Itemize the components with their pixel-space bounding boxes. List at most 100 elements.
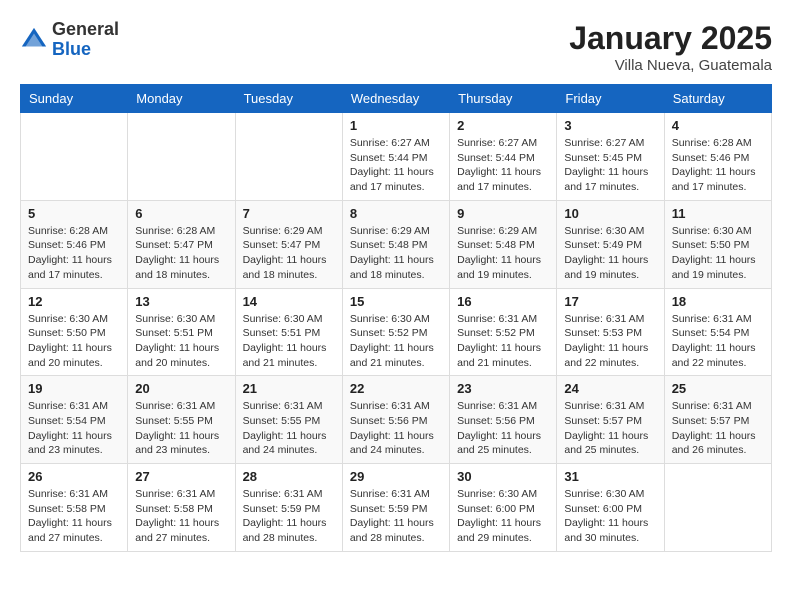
calendar-week-row: 26 Sunrise: 6:31 AMSunset: 5:58 PMDaylig… [21,464,772,552]
day-info: Sunrise: 6:30 AMSunset: 5:52 PMDaylight:… [350,312,442,371]
table-row: 9 Sunrise: 6:29 AMSunset: 5:48 PMDayligh… [450,200,557,288]
table-row: 11 Sunrise: 6:30 AMSunset: 5:50 PMDaylig… [664,200,771,288]
table-row [128,113,235,201]
day-number: 27 [135,469,227,484]
col-friday: Friday [557,85,664,113]
day-number: 12 [28,294,120,309]
day-info: Sunrise: 6:31 AMSunset: 5:55 PMDaylight:… [135,399,227,458]
table-row: 25 Sunrise: 6:31 AMSunset: 5:57 PMDaylig… [664,376,771,464]
day-info: Sunrise: 6:31 AMSunset: 5:54 PMDaylight:… [672,312,764,371]
day-number: 30 [457,469,549,484]
day-info: Sunrise: 6:29 AMSunset: 5:48 PMDaylight:… [457,224,549,283]
day-info: Sunrise: 6:31 AMSunset: 5:56 PMDaylight:… [350,399,442,458]
day-number: 17 [564,294,656,309]
logo-text: General Blue [52,20,119,60]
day-info: Sunrise: 6:28 AMSunset: 5:46 PMDaylight:… [672,136,764,195]
day-number: 18 [672,294,764,309]
day-info: Sunrise: 6:27 AMSunset: 5:45 PMDaylight:… [564,136,656,195]
day-number: 16 [457,294,549,309]
day-info: Sunrise: 6:30 AMSunset: 6:00 PMDaylight:… [457,487,549,546]
col-sunday: Sunday [21,85,128,113]
day-info: Sunrise: 6:31 AMSunset: 5:59 PMDaylight:… [243,487,335,546]
table-row: 26 Sunrise: 6:31 AMSunset: 5:58 PMDaylig… [21,464,128,552]
day-number: 3 [564,118,656,133]
day-number: 6 [135,206,227,221]
day-number: 22 [350,381,442,396]
day-info: Sunrise: 6:31 AMSunset: 5:54 PMDaylight:… [28,399,120,458]
day-number: 14 [243,294,335,309]
day-number: 1 [350,118,442,133]
day-number: 13 [135,294,227,309]
calendar-week-row: 19 Sunrise: 6:31 AMSunset: 5:54 PMDaylig… [21,376,772,464]
table-row: 1 Sunrise: 6:27 AMSunset: 5:44 PMDayligh… [342,113,449,201]
day-info: Sunrise: 6:30 AMSunset: 6:00 PMDaylight:… [564,487,656,546]
col-wednesday: Wednesday [342,85,449,113]
table-row: 29 Sunrise: 6:31 AMSunset: 5:59 PMDaylig… [342,464,449,552]
calendar-week-row: 5 Sunrise: 6:28 AMSunset: 5:46 PMDayligh… [21,200,772,288]
day-number: 26 [28,469,120,484]
day-number: 7 [243,206,335,221]
month-year: January 2025 [569,20,772,57]
table-row: 17 Sunrise: 6:31 AMSunset: 5:53 PMDaylig… [557,288,664,376]
day-info: Sunrise: 6:30 AMSunset: 5:50 PMDaylight:… [28,312,120,371]
table-row: 13 Sunrise: 6:30 AMSunset: 5:51 PMDaylig… [128,288,235,376]
day-number: 31 [564,469,656,484]
table-row: 20 Sunrise: 6:31 AMSunset: 5:55 PMDaylig… [128,376,235,464]
calendar-week-row: 12 Sunrise: 6:30 AMSunset: 5:50 PMDaylig… [21,288,772,376]
table-row: 22 Sunrise: 6:31 AMSunset: 5:56 PMDaylig… [342,376,449,464]
table-row: 7 Sunrise: 6:29 AMSunset: 5:47 PMDayligh… [235,200,342,288]
day-number: 21 [243,381,335,396]
location: Villa Nueva, Guatemala [569,57,772,74]
day-info: Sunrise: 6:29 AMSunset: 5:47 PMDaylight:… [243,224,335,283]
table-row: 2 Sunrise: 6:27 AMSunset: 5:44 PMDayligh… [450,113,557,201]
table-row: 4 Sunrise: 6:28 AMSunset: 5:46 PMDayligh… [664,113,771,201]
day-info: Sunrise: 6:31 AMSunset: 5:53 PMDaylight:… [564,312,656,371]
day-info: Sunrise: 6:29 AMSunset: 5:48 PMDaylight:… [350,224,442,283]
table-row: 21 Sunrise: 6:31 AMSunset: 5:55 PMDaylig… [235,376,342,464]
day-number: 9 [457,206,549,221]
table-row: 18 Sunrise: 6:31 AMSunset: 5:54 PMDaylig… [664,288,771,376]
table-row: 16 Sunrise: 6:31 AMSunset: 5:52 PMDaylig… [450,288,557,376]
table-row: 30 Sunrise: 6:30 AMSunset: 6:00 PMDaylig… [450,464,557,552]
day-number: 25 [672,381,764,396]
col-saturday: Saturday [664,85,771,113]
table-row [235,113,342,201]
day-info: Sunrise: 6:28 AMSunset: 5:47 PMDaylight:… [135,224,227,283]
day-number: 2 [457,118,549,133]
day-number: 23 [457,381,549,396]
logo-general: General [52,19,119,39]
day-number: 4 [672,118,764,133]
table-row: 8 Sunrise: 6:29 AMSunset: 5:48 PMDayligh… [342,200,449,288]
table-row: 28 Sunrise: 6:31 AMSunset: 5:59 PMDaylig… [235,464,342,552]
day-info: Sunrise: 6:30 AMSunset: 5:50 PMDaylight:… [672,224,764,283]
logo-icon [20,26,48,54]
day-number: 24 [564,381,656,396]
calendar-table: Sunday Monday Tuesday Wednesday Thursday… [20,84,772,552]
table-row: 3 Sunrise: 6:27 AMSunset: 5:45 PMDayligh… [557,113,664,201]
day-number: 20 [135,381,227,396]
table-row: 10 Sunrise: 6:30 AMSunset: 5:49 PMDaylig… [557,200,664,288]
day-info: Sunrise: 6:28 AMSunset: 5:46 PMDaylight:… [28,224,120,283]
table-row: 31 Sunrise: 6:30 AMSunset: 6:00 PMDaylig… [557,464,664,552]
table-row: 14 Sunrise: 6:30 AMSunset: 5:51 PMDaylig… [235,288,342,376]
col-monday: Monday [128,85,235,113]
table-row: 15 Sunrise: 6:30 AMSunset: 5:52 PMDaylig… [342,288,449,376]
day-number: 19 [28,381,120,396]
table-row: 12 Sunrise: 6:30 AMSunset: 5:50 PMDaylig… [21,288,128,376]
table-row [21,113,128,201]
day-info: Sunrise: 6:31 AMSunset: 5:57 PMDaylight:… [672,399,764,458]
table-row [664,464,771,552]
day-number: 15 [350,294,442,309]
table-row: 19 Sunrise: 6:31 AMSunset: 5:54 PMDaylig… [21,376,128,464]
day-info: Sunrise: 6:27 AMSunset: 5:44 PMDaylight:… [350,136,442,195]
day-number: 11 [672,206,764,221]
calendar-header-row: Sunday Monday Tuesday Wednesday Thursday… [21,85,772,113]
day-info: Sunrise: 6:31 AMSunset: 5:59 PMDaylight:… [350,487,442,546]
table-row: 5 Sunrise: 6:28 AMSunset: 5:46 PMDayligh… [21,200,128,288]
day-info: Sunrise: 6:31 AMSunset: 5:58 PMDaylight:… [28,487,120,546]
page-header: General Blue January 2025 Villa Nueva, G… [20,20,772,74]
day-info: Sunrise: 6:30 AMSunset: 5:51 PMDaylight:… [135,312,227,371]
table-row: 23 Sunrise: 6:31 AMSunset: 5:56 PMDaylig… [450,376,557,464]
day-info: Sunrise: 6:30 AMSunset: 5:51 PMDaylight:… [243,312,335,371]
title-section: January 2025 Villa Nueva, Guatemala [569,20,772,74]
